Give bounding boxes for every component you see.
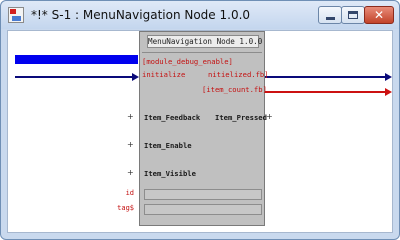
pin-initialize[interactable]: initialize bbox=[142, 70, 185, 80]
pin-item-count-fb[interactable]: [item_count.fb] bbox=[202, 85, 267, 95]
pin-item-pressed[interactable]: Item_Pressed bbox=[215, 113, 267, 123]
maximize-icon bbox=[348, 11, 358, 19]
close-button[interactable]: ✕ bbox=[364, 6, 394, 24]
param-tag-field[interactable] bbox=[144, 204, 262, 215]
app-window: *!* S-1 : MenuNavigation Node 1.0.0 ✕ Me… bbox=[0, 0, 400, 240]
pin-initialized-fb[interactable]: nitielized.fb] bbox=[208, 70, 269, 80]
node-canvas[interactable]: MenuNavigation Node 1.0.0 [module_debug_… bbox=[7, 30, 393, 233]
title-bar[interactable]: *!* S-1 : MenuNavigation Node 1.0.0 ✕ bbox=[1, 1, 399, 29]
selected-wire[interactable] bbox=[15, 55, 138, 64]
menu-navigation-node[interactable]: MenuNavigation Node 1.0.0 [module_debug_… bbox=[139, 31, 269, 226]
window-title: *!* S-1 : MenuNavigation Node 1.0.0 bbox=[31, 8, 251, 22]
node-title: MenuNavigation Node 1.0.0 bbox=[147, 35, 263, 48]
param-tag-label: tag$ bbox=[117, 204, 134, 212]
app-node-icon[interactable] bbox=[8, 7, 24, 23]
output-arrow-icon bbox=[385, 73, 392, 81]
add-pin-icon[interactable]: + bbox=[127, 140, 134, 150]
add-pin-icon[interactable]: + bbox=[266, 112, 273, 122]
param-id-field[interactable] bbox=[144, 189, 262, 200]
maximize-button[interactable] bbox=[341, 6, 365, 24]
minimize-button[interactable] bbox=[318, 6, 342, 24]
input-arrow-icon bbox=[132, 73, 139, 81]
add-pin-icon[interactable]: + bbox=[127, 168, 134, 178]
node-divider bbox=[142, 52, 262, 53]
minimize-icon bbox=[325, 16, 335, 20]
close-icon: ✕ bbox=[373, 8, 385, 22]
add-pin-icon[interactable]: + bbox=[127, 112, 134, 122]
pin-item-enable[interactable]: Item_Enable bbox=[144, 141, 192, 151]
output-wire-item-count[interactable] bbox=[265, 91, 386, 93]
pin-item-visible[interactable]: Item_Visible bbox=[144, 169, 196, 179]
pin-item-feedback[interactable]: Item_Feedback bbox=[144, 113, 200, 123]
output-arrow-icon bbox=[385, 88, 392, 96]
param-id-label: id bbox=[125, 189, 134, 197]
output-wire-initialized[interactable] bbox=[265, 76, 386, 78]
input-wire-initialize[interactable] bbox=[15, 76, 132, 78]
pin-module-debug-enable[interactable]: [module_debug_enable] bbox=[142, 57, 233, 67]
